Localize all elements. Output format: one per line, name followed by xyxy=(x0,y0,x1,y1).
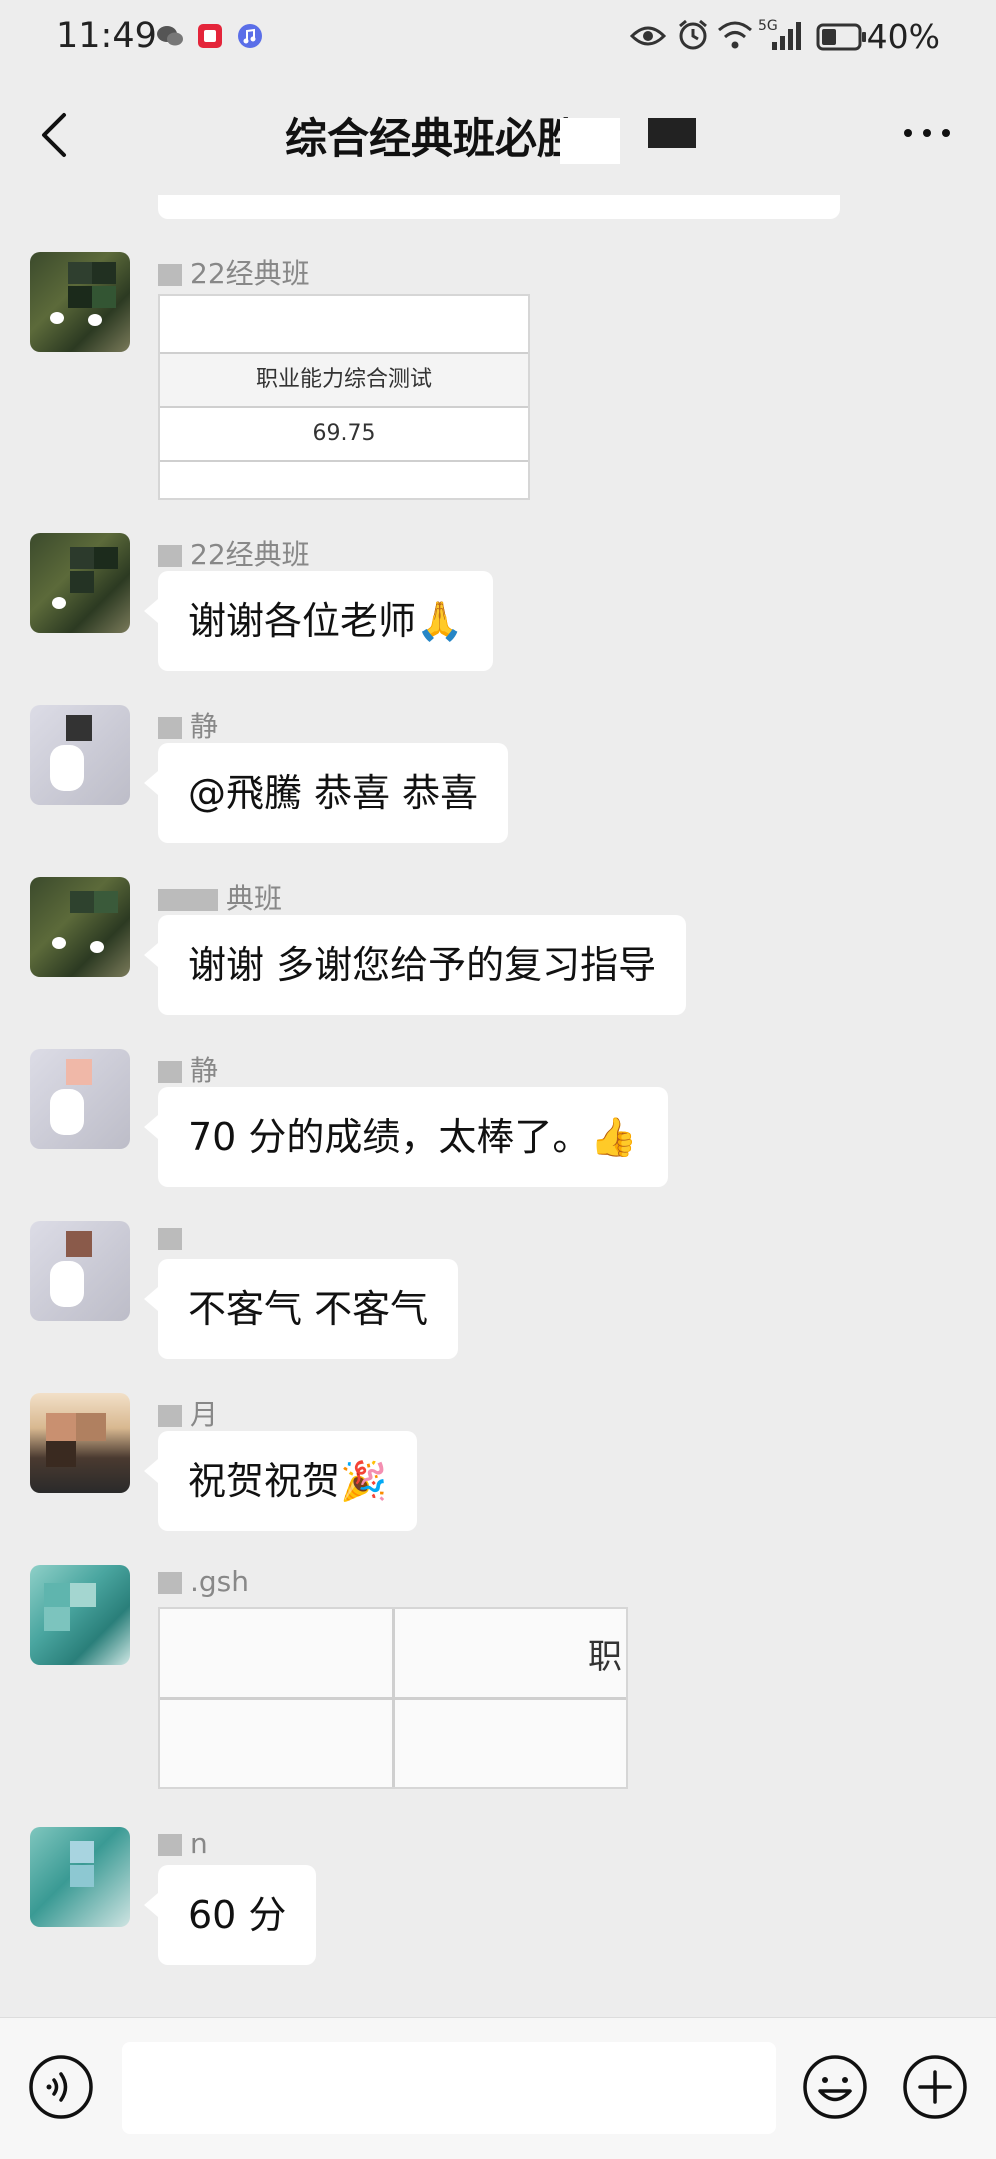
message-bubble[interactable]: @飛騰 恭喜 恭喜 xyxy=(143,743,509,843)
sender-name: 静 xyxy=(158,705,218,745)
previous-message-bubble xyxy=(158,195,840,219)
message-list[interactable]: 22经典班 职业能力综合测试 69.75 22经典班 谢谢各位老师🙏 静 @飛騰… xyxy=(0,195,996,2017)
avatar[interactable] xyxy=(30,1221,130,1321)
message-item: 22经典班 职业能力综合测试 69.75 xyxy=(0,252,996,512)
music-icon xyxy=(238,24,262,48)
emoji-icon[interactable] xyxy=(802,2054,868,2120)
sender-name: 22经典班 xyxy=(158,533,310,573)
sender-name: 22经典班 xyxy=(158,252,310,292)
message-item: 静 @飛騰 恭喜 恭喜 xyxy=(0,705,996,845)
sender-name: .gsh xyxy=(158,1565,249,1598)
avatar[interactable] xyxy=(30,1049,130,1149)
status-time: 11:49 xyxy=(56,16,157,56)
avatar[interactable] xyxy=(30,705,130,805)
avatar[interactable] xyxy=(30,252,130,352)
message-bubble[interactable]: 60 分 xyxy=(143,1865,317,1965)
avatar[interactable] xyxy=(30,1827,130,1927)
message-item: .gsh 职 xyxy=(0,1565,996,1805)
plus-icon[interactable] xyxy=(902,2054,968,2120)
app-icon xyxy=(198,24,222,48)
image-message[interactable]: 职业能力综合测试 69.75 xyxy=(158,294,530,500)
message-item: 静 70 分的成绩，太棒了。👍 xyxy=(0,1049,996,1189)
avatar[interactable] xyxy=(30,1565,130,1665)
battery-percent: 40% xyxy=(866,17,940,56)
avatar[interactable] xyxy=(30,1393,130,1493)
wifi-icon xyxy=(718,21,752,49)
status-bar: 11:49 5G 40% xyxy=(0,0,996,75)
input-bar xyxy=(0,2017,996,2159)
alarm-icon xyxy=(679,19,707,50)
table-value-cell: 69.75 xyxy=(160,406,528,460)
title-redaction xyxy=(648,118,696,148)
message-item: 典班 谢谢 多谢您给予的复习指导 xyxy=(0,877,996,1017)
chat-title: 综合经典班必胜 xyxy=(285,114,580,163)
wechat-icon xyxy=(157,26,183,46)
message-item: 不客气 不客气 xyxy=(0,1221,996,1361)
sender-name: 月 xyxy=(158,1393,218,1433)
eye-icon xyxy=(630,26,666,46)
sender-name: 静 xyxy=(158,1049,218,1089)
chat-header: 综合经典班必胜 xyxy=(0,75,996,195)
sender-name: n xyxy=(158,1827,208,1860)
message-bubble[interactable]: 不客气 不客气 xyxy=(143,1259,459,1359)
message-bubble[interactable]: 70 分的成绩，太棒了。👍 xyxy=(144,1087,668,1187)
message-bubble[interactable]: 谢谢各位老师🙏 xyxy=(143,571,494,671)
avatar[interactable] xyxy=(30,877,130,977)
table-header-cell: 职业能力综合测试 xyxy=(160,352,528,406)
sender-name: 典班 xyxy=(158,877,282,917)
message-bubble[interactable]: 谢谢 多谢您给予的复习指导 xyxy=(143,915,687,1015)
chevron-left-icon[interactable] xyxy=(28,103,84,167)
signal-icon xyxy=(772,22,801,50)
battery-icon xyxy=(816,23,866,51)
image-message[interactable]: 职 xyxy=(158,1607,628,1789)
message-input[interactable] xyxy=(122,2042,776,2134)
voice-icon[interactable] xyxy=(28,2054,94,2120)
message-item: n 60 分 xyxy=(0,1827,996,1967)
table-header-cell: 职 xyxy=(588,1637,622,1677)
message-item: 月 祝贺祝贺🎉 xyxy=(0,1393,996,1533)
more-icon[interactable] xyxy=(902,123,952,143)
title-redaction xyxy=(560,118,620,164)
sender-name xyxy=(158,1221,190,1254)
message-item: 22经典班 谢谢各位老师🙏 xyxy=(0,533,996,673)
message-bubble[interactable]: 祝贺祝贺🎉 xyxy=(143,1431,418,1531)
avatar[interactable] xyxy=(30,533,130,633)
